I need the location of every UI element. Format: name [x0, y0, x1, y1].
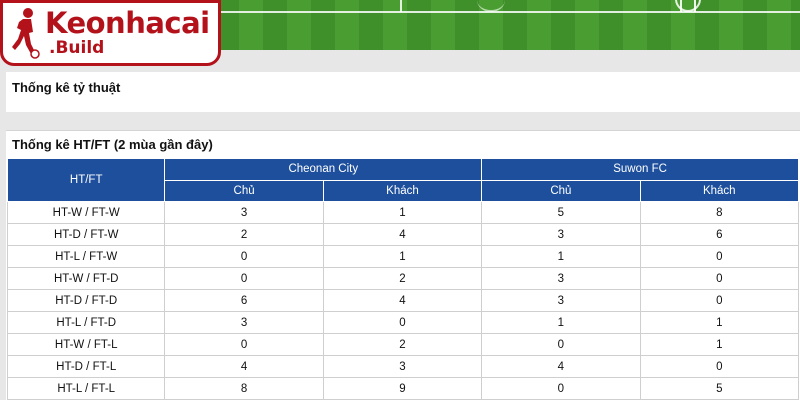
- cell-value: 6: [164, 289, 324, 312]
- pitch-touchline: [215, 11, 800, 13]
- htft-stats-title: Thống kê HT/FT (2 mùa gần đây): [12, 137, 213, 152]
- cell-value: 4: [481, 355, 641, 378]
- team-header-suwon: Suwon FC: [481, 158, 799, 181]
- cell-value: 0: [481, 377, 641, 400]
- cell-value: 1: [322, 201, 483, 224]
- cell-value: 4: [322, 223, 483, 246]
- table-row: HT-L / FT-D 3 0 1 1: [6, 311, 800, 334]
- cell-value: 1: [481, 245, 641, 268]
- table-row: HT-D / FT-D 6 4 3 0: [6, 289, 800, 312]
- cell-value: 0: [639, 355, 800, 378]
- cell-value: 0: [639, 289, 800, 312]
- cell-value: 3: [164, 311, 324, 334]
- table-row: HT-W / FT-L 0 2 0 1: [6, 333, 800, 356]
- row-label: HT-D / FT-D: [6, 289, 166, 312]
- ratio-stats-title: Thống kê tỷ thuật: [12, 80, 121, 95]
- cell-value: 3: [481, 267, 641, 290]
- cell-value: 0: [164, 245, 324, 268]
- cell-value: 2: [322, 333, 483, 356]
- cell-value: 4: [322, 289, 483, 312]
- table-row: HT-D / FT-W 2 4 3 6: [6, 223, 800, 246]
- team-header-cheonan: Cheonan City: [164, 158, 483, 181]
- ratio-stats-panel: Thống kê tỷ thuật: [6, 72, 800, 112]
- table-row: HT-W / FT-W 3 1 5 8: [6, 201, 800, 224]
- table-row: HT-L / FT-L 8 9 0 5: [6, 377, 800, 400]
- row-label: HT-D / FT-W: [6, 223, 166, 246]
- cell-value: 1: [639, 333, 800, 356]
- row-label: HT-W / FT-W: [6, 201, 166, 224]
- table-row: HT-L / FT-W 0 1 1 0: [6, 245, 800, 268]
- cell-value: 5: [639, 377, 800, 400]
- cell-value: 8: [639, 201, 800, 224]
- row-label: HT-L / FT-D: [6, 311, 166, 334]
- cell-value: 1: [639, 311, 800, 334]
- cell-value: 3: [481, 223, 641, 246]
- cell-value: 0: [639, 245, 800, 268]
- cell-value: 3: [164, 201, 324, 224]
- cell-value: 9: [322, 377, 483, 400]
- cell-value: 0: [322, 311, 483, 334]
- cell-value: 5: [481, 201, 641, 224]
- cell-value: 1: [322, 245, 483, 268]
- sub-header-away: Khách: [639, 179, 800, 202]
- logo-suffix: .Build: [49, 38, 105, 58]
- cell-value: 0: [481, 333, 641, 356]
- site-logo[interactable]: Keonhacai .Build: [0, 0, 221, 66]
- cell-value: 1: [481, 311, 641, 334]
- table-row: HT-W / FT-D 0 2 3 0: [6, 267, 800, 290]
- pitch-banner: [215, 0, 800, 50]
- htft-table: HT/FT Cheonan City Suwon FC Chủ Khách Ch…: [6, 158, 800, 400]
- cell-value: 8: [164, 377, 324, 400]
- row-label: HT-L / FT-W: [6, 245, 166, 268]
- sub-header-home: Chủ: [164, 179, 324, 202]
- row-label: HT-D / FT-L: [6, 355, 166, 378]
- table-row: HT-D / FT-L 4 3 4 0: [6, 355, 800, 378]
- pitch-halfway-line: [400, 0, 402, 12]
- cell-value: 0: [164, 333, 324, 356]
- row-label: HT-L / FT-L: [6, 377, 166, 400]
- cell-value: 0: [639, 267, 800, 290]
- cell-value: 2: [164, 223, 324, 246]
- pitch-goal: [680, 0, 696, 12]
- cell-value: 3: [481, 289, 641, 312]
- cell-value: 3: [322, 355, 483, 378]
- row-label: HT-W / FT-D: [6, 267, 166, 290]
- cell-value: 4: [164, 355, 324, 378]
- htft-column-header: HT/FT: [6, 158, 166, 202]
- cell-value: 6: [639, 223, 800, 246]
- row-label: HT-W / FT-L: [6, 333, 166, 356]
- soccer-player-icon: [12, 8, 40, 59]
- sub-header-home: Chủ: [481, 179, 641, 202]
- sub-header-away: Khách: [322, 179, 483, 202]
- cell-value: 0: [164, 267, 324, 290]
- cell-value: 2: [322, 267, 483, 290]
- htft-stats-panel: Thống kê HT/FT (2 mùa gần đây) HT/FT Che…: [6, 130, 800, 400]
- logo-wordmark: Keonhacai: [45, 6, 210, 40]
